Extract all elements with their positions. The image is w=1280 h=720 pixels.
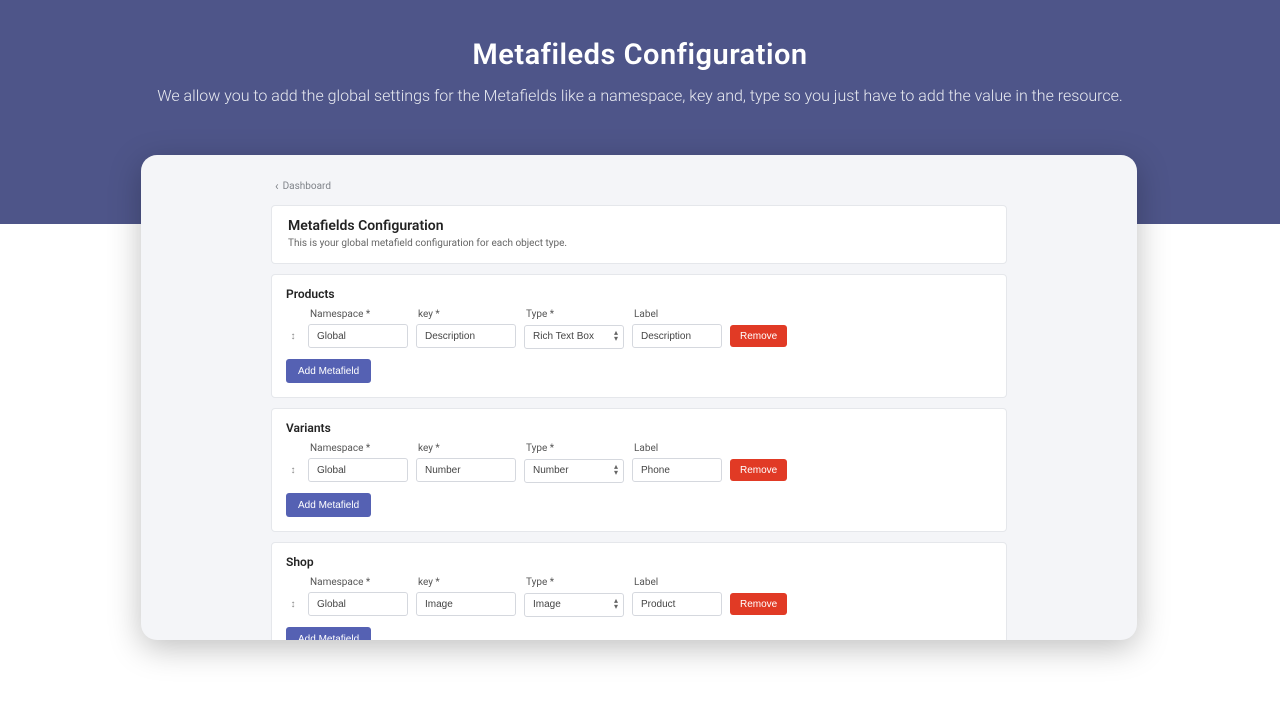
namespace-input[interactable]: [308, 592, 408, 616]
section-title: Shop: [286, 555, 992, 569]
field-row: ↕ ▴▾ Remove: [286, 592, 992, 617]
label-input[interactable]: [632, 324, 722, 348]
app-card: ‹ Dashboard Metafields Configuration Thi…: [141, 155, 1137, 640]
remove-button[interactable]: Remove: [730, 459, 787, 481]
field-row: ↕ ▴▾ Remove: [286, 458, 992, 483]
section-shop: Shop Namespace * key * Type * Label ↕ ▴▾: [271, 542, 1007, 640]
typelabel-label: Label: [634, 443, 724, 454]
chevron-left-icon: ‹: [275, 179, 279, 193]
page-title: Metafileds Configuration: [0, 38, 1280, 72]
key-input[interactable]: [416, 592, 516, 616]
key-label: key *: [418, 443, 518, 454]
typelabel-label: Label: [634, 577, 724, 588]
type-label: Type *: [526, 443, 626, 454]
key-label: key *: [418, 577, 518, 588]
namespace-input[interactable]: [308, 458, 408, 482]
type-select[interactable]: [524, 325, 624, 349]
namespace-label: Namespace *: [310, 309, 410, 320]
panel-subtitle: This is your global metafield configurat…: [288, 238, 990, 249]
breadcrumb-label: Dashboard: [283, 181, 331, 192]
field-labels-row: Namespace * key * Type * Label: [286, 309, 992, 320]
remove-button[interactable]: Remove: [730, 325, 787, 347]
key-input[interactable]: [416, 458, 516, 482]
section-title: Products: [286, 287, 992, 301]
typelabel-label: Label: [634, 309, 724, 320]
type-select[interactable]: [524, 593, 624, 617]
namespace-label: Namespace *: [310, 577, 410, 588]
label-input[interactable]: [632, 592, 722, 616]
add-metafield-button[interactable]: Add Metafield: [286, 493, 371, 517]
type-label: Type *: [526, 309, 626, 320]
drag-handle-icon[interactable]: ↕: [286, 599, 300, 610]
field-labels-row: Namespace * key * Type * Label: [286, 443, 992, 454]
panel-header: Metafields Configuration This is your gl…: [272, 206, 1006, 263]
page-subtitle: We allow you to add the global settings …: [0, 86, 1280, 105]
breadcrumb[interactable]: ‹ Dashboard: [271, 179, 1007, 193]
section-title: Variants: [286, 421, 992, 435]
key-label: key *: [418, 309, 518, 320]
label-input[interactable]: [632, 458, 722, 482]
remove-button[interactable]: Remove: [730, 593, 787, 615]
type-label: Type *: [526, 577, 626, 588]
type-select[interactable]: [524, 459, 624, 483]
key-input[interactable]: [416, 324, 516, 348]
drag-handle-icon[interactable]: ↕: [286, 465, 300, 476]
field-labels-row: Namespace * key * Type * Label: [286, 577, 992, 588]
add-metafield-button[interactable]: Add Metafield: [286, 627, 371, 640]
namespace-label: Namespace *: [310, 443, 410, 454]
drag-handle-icon[interactable]: ↕: [286, 331, 300, 342]
section-variants: Variants Namespace * key * Type * Label …: [271, 408, 1007, 532]
namespace-input[interactable]: [308, 324, 408, 348]
section-products: Products Namespace * key * Type * Label …: [271, 274, 1007, 398]
add-metafield-button[interactable]: Add Metafield: [286, 359, 371, 383]
config-panel: Metafields Configuration This is your gl…: [271, 205, 1007, 264]
panel-title: Metafields Configuration: [288, 218, 990, 234]
field-row: ↕ ▴▾ Remove: [286, 324, 992, 349]
